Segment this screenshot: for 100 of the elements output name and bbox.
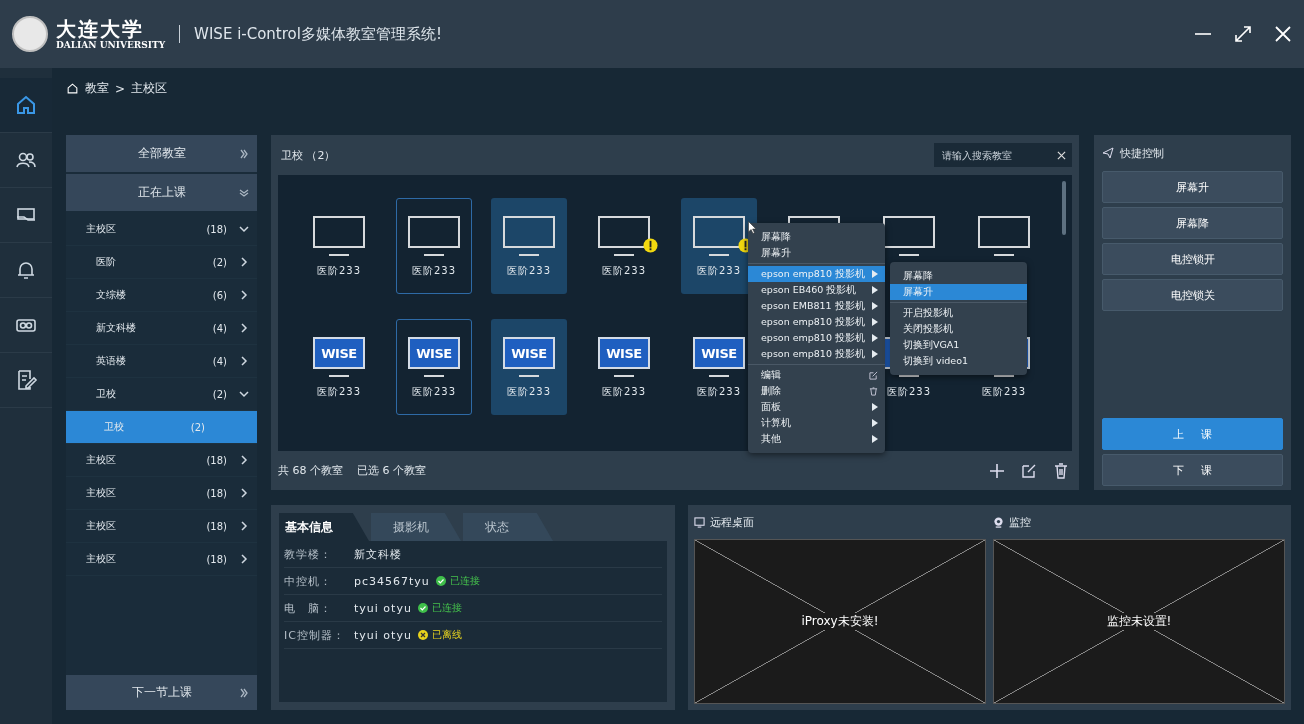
- panel-title: 远程桌面: [710, 514, 754, 530]
- trash-icon[interactable]: [1053, 462, 1069, 479]
- clear-icon[interactable]: [1057, 150, 1066, 160]
- home-nav-icon[interactable]: [0, 78, 52, 133]
- tree-item[interactable]: 医阶 (2): [66, 246, 257, 279]
- info-tab[interactable]: 摄影机: [371, 513, 461, 541]
- classroom-name: 医阶233: [601, 385, 647, 399]
- classroom-name: 医阶233: [506, 385, 552, 399]
- classroom-card[interactable]: WISE 医阶233: [301, 319, 377, 415]
- panel-title: 快捷控制: [1120, 145, 1164, 161]
- scrollbar-thumb[interactable]: [1062, 181, 1066, 235]
- monitor-icon: [313, 216, 365, 248]
- search-input[interactable]: 请输入搜索教室: [940, 148, 1057, 162]
- close-icon[interactable]: [1274, 25, 1292, 43]
- chevron-right-icon: [239, 521, 249, 531]
- chevron-down-icon: [239, 389, 249, 399]
- placeholder-message: iProxy未安装!: [801, 613, 879, 630]
- field-label: IC控制器：: [284, 627, 346, 643]
- logo-name: 大连大学: [56, 18, 145, 40]
- classroom-name: 医阶233: [506, 264, 552, 278]
- edit-icon[interactable]: [1021, 462, 1037, 479]
- screen-logo: WISE: [598, 337, 650, 369]
- tree-item[interactable]: 主校区 (18): [66, 543, 257, 576]
- quick-control-button[interactable]: 屏幕升: [1102, 171, 1283, 203]
- search-field[interactable]: 请输入搜索教室: [934, 143, 1072, 167]
- classroom-card[interactable]: WISE 医阶233: [586, 319, 662, 415]
- menu-item[interactable]: 其他: [748, 431, 885, 447]
- quick-control-button[interactable]: 电控锁关: [1102, 279, 1283, 311]
- field-label: 电 脑：: [284, 600, 333, 616]
- tree-item[interactable]: 主校区 (18): [66, 444, 257, 477]
- classroom-card[interactable]: 医阶233: [396, 198, 472, 294]
- logo-subtitle: DALIAN UNIVERSITY: [56, 40, 166, 50]
- screen-logo: WISE: [408, 337, 460, 369]
- classroom-card[interactable]: 医阶233: [586, 198, 662, 294]
- menu-item[interactable]: epson emp810 投影机: [748, 266, 885, 282]
- tree-item[interactable]: 文综楼 (6): [66, 279, 257, 312]
- menu-item[interactable]: 屏幕升: [890, 284, 1027, 300]
- classroom-name: 医阶233: [316, 264, 362, 278]
- connection-status: 已连接: [431, 601, 462, 615]
- breadcrumb-item[interactable]: 主校区: [131, 80, 168, 97]
- screen-logo: WISE: [503, 337, 555, 369]
- check-circle-icon: [435, 576, 446, 586]
- tree-item[interactable]: 主校区 (18): [66, 510, 257, 543]
- menu-item[interactable]: 开启投影机: [890, 305, 1027, 321]
- class-button[interactable]: 下 课: [1102, 454, 1283, 486]
- monitor-icon: [408, 216, 460, 248]
- maximize-icon[interactable]: [1234, 25, 1252, 43]
- classroom-name: 医阶233: [696, 264, 742, 278]
- next-class-header[interactable]: 下一节上课: [66, 675, 257, 710]
- monitor-icon: [694, 516, 705, 528]
- connection-status: 已连接: [449, 574, 480, 588]
- chevron-right-icon: [239, 356, 249, 366]
- breadcrumb-item[interactable]: 教室: [85, 80, 109, 97]
- tree-item[interactable]: 主校区 (18): [66, 477, 257, 510]
- panel-title: 卫校 （2）: [281, 147, 336, 163]
- chevron-right-icon: [239, 323, 249, 333]
- menu-item[interactable]: epson EMB811 投影机: [748, 298, 885, 314]
- monitor-icon: [503, 216, 555, 248]
- field-value: tyui otyu: [354, 601, 412, 615]
- classroom-name: 医阶233: [601, 264, 647, 278]
- quick-control-button[interactable]: 电控锁开: [1102, 243, 1283, 275]
- class-button[interactable]: 上 课: [1102, 418, 1283, 450]
- section-header[interactable]: 全部教室: [66, 135, 257, 172]
- chevron-right-icon: [239, 455, 249, 465]
- chevron-right-icon: [239, 290, 249, 300]
- home-icon: [66, 82, 79, 95]
- menu-item[interactable]: 切换到 video1: [890, 353, 1027, 369]
- classroom-card[interactable]: WISE 医阶233: [491, 319, 567, 415]
- chevron-right-icon: [239, 554, 249, 564]
- classroom-card[interactable]: 医阶233: [301, 198, 377, 294]
- menu-item[interactable]: 切换到VGA1: [890, 337, 1027, 353]
- classroom-name: 医阶233: [886, 385, 932, 399]
- menu-item[interactable]: 关闭投影机: [890, 321, 1027, 337]
- total-count: 共 68 个教室: [278, 463, 343, 478]
- window-title: WISE i-Control多媒体教室管理系统!: [194, 24, 442, 44]
- menu-item[interactable]: 屏幕降: [890, 268, 1027, 284]
- field-value: 新文科楼: [354, 546, 402, 562]
- quick-control-button[interactable]: 屏幕降: [1102, 207, 1283, 239]
- section-header[interactable]: 正在上课: [66, 174, 257, 211]
- info-tab[interactable]: 状态: [463, 513, 553, 541]
- tree-item[interactable]: 主校区 (18): [66, 213, 257, 246]
- field-label: 教学楼：: [284, 546, 333, 562]
- chevron-down-icon: [239, 224, 249, 234]
- chevron-right-icon: [239, 257, 249, 267]
- x-circle-icon: [417, 630, 428, 640]
- tree-item[interactable]: 新文科楼 (4): [66, 312, 257, 345]
- classroom-name: 医阶233: [411, 264, 457, 278]
- chevron-right-icon: [239, 488, 249, 498]
- menu-item[interactable]: 计算机: [748, 415, 885, 431]
- field-value: tyui otyu: [354, 628, 412, 642]
- double-chevron-right-icon: [239, 687, 249, 698]
- connection-status: 已离线: [431, 628, 462, 642]
- panel-title: 监控: [1009, 514, 1031, 530]
- classroom-card[interactable]: WISE 医阶233: [396, 319, 472, 415]
- classroom-card[interactable]: 医阶233: [491, 198, 567, 294]
- classroom-card[interactable]: 医阶233: [681, 198, 757, 294]
- info-tab[interactable]: 基本信息: [279, 513, 369, 541]
- tree-item[interactable]: 英语楼 (4): [66, 345, 257, 378]
- add-icon[interactable]: [989, 462, 1005, 479]
- double-chevron-down-icon: [239, 187, 249, 198]
